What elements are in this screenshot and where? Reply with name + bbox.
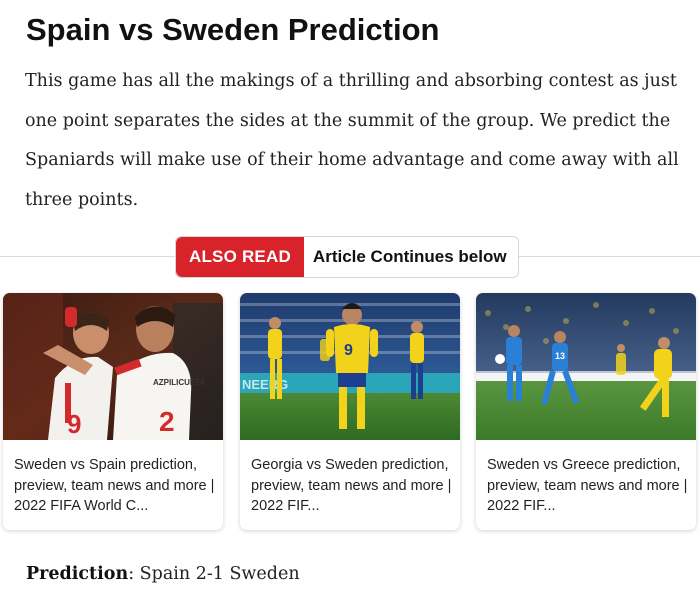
- svg-text:9: 9: [67, 409, 81, 439]
- page-title: Spain vs Sweden Prediction: [26, 12, 440, 47]
- related-article-caption[interactable]: Sweden vs Spain prediction, preview, tea…: [14, 455, 216, 517]
- article-thumbnail[interactable]: 9 2 AZPILICUETA: [3, 293, 223, 440]
- also-read-banner: ALSO READ Article Continues below: [0, 236, 700, 278]
- related-article-card[interactable]: 13 Sweden vs Greece prediction, preview,…: [476, 293, 696, 530]
- related-article-caption[interactable]: Georgia vs Sweden prediction, preview, t…: [251, 455, 453, 517]
- related-articles: 9 2 AZPILICUETA Sweden vs Spain predicti…: [3, 293, 697, 531]
- svg-text:AZPILICUETA: AZPILICUETA: [153, 378, 206, 387]
- football-celebration-photo-icon: 9 2 AZPILICUETA: [3, 293, 223, 440]
- svg-text:13: 13: [555, 351, 565, 361]
- article-thumbnail[interactable]: 13: [476, 293, 696, 440]
- prediction-label: Prediction: [26, 564, 129, 584]
- article-intro: This game has all the makings of a thril…: [25, 71, 679, 210]
- svg-text:2: 2: [159, 406, 175, 437]
- football-match-action-photo-icon: 13: [476, 293, 696, 440]
- article-thumbnail[interactable]: NEERG 9: [240, 293, 460, 440]
- also-read-badge: ALSO READ: [176, 237, 304, 277]
- related-article-card[interactable]: 9 2 AZPILICUETA Sweden vs Spain predicti…: [3, 293, 223, 530]
- prediction-value: : Spain 2-1 Sweden: [128, 564, 300, 584]
- article-continues-label: Article Continues below: [312, 247, 507, 266]
- prediction-line: Prediction: Spain 2-1 Sweden: [26, 561, 300, 587]
- football-player-photo-icon: NEERG 9: [240, 293, 460, 440]
- related-article-card[interactable]: NEERG 9 Georgia vs Sweden prediction, pr…: [240, 293, 460, 530]
- also-read-pill[interactable]: ALSO READ Article Continues below: [175, 236, 519, 278]
- svg-text:9: 9: [344, 342, 353, 359]
- related-article-caption[interactable]: Sweden vs Greece prediction, preview, te…: [487, 455, 689, 517]
